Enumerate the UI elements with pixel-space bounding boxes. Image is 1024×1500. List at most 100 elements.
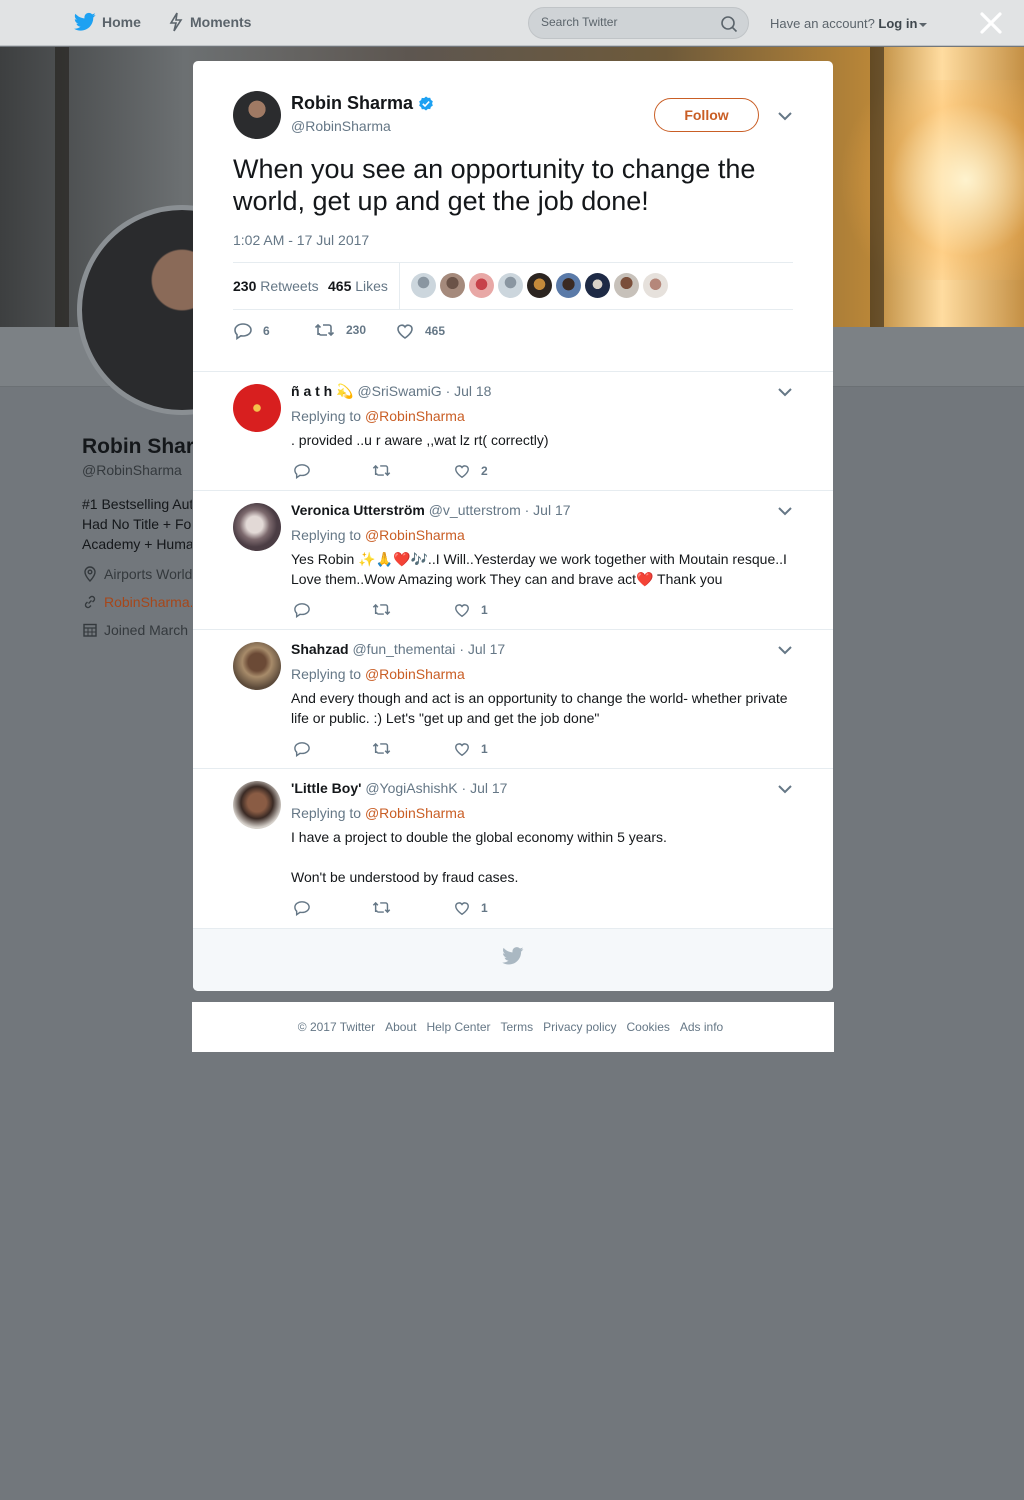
reply-date[interactable]: · Jul 17 bbox=[459, 641, 505, 657]
like-action[interactable]: 1 bbox=[453, 741, 488, 757]
profile-name: Robin Shar bbox=[82, 435, 195, 458]
replying-prefix: Replying to bbox=[291, 408, 362, 424]
reply-actions: 1 bbox=[291, 900, 591, 920]
replying-prefix: Replying to bbox=[291, 805, 362, 821]
replying-to: Replying to @RobinSharma bbox=[291, 527, 465, 543]
account-menu[interactable]: Have an account? Log in bbox=[770, 16, 928, 31]
retweet-icon bbox=[314, 323, 335, 337]
liker-avatar[interactable] bbox=[469, 273, 494, 298]
reply-icon bbox=[294, 603, 310, 618]
like-action[interactable]: 1 bbox=[453, 602, 488, 618]
liker-avatar[interactable] bbox=[440, 273, 465, 298]
reply-avatar[interactable] bbox=[233, 642, 281, 690]
retweets-stat[interactable]: 230 Retweets bbox=[233, 278, 319, 294]
search-icon[interactable] bbox=[720, 15, 738, 33]
replying-prefix: Replying to bbox=[291, 527, 362, 543]
reply-tweet[interactable]: ñ a t h 💫 @SriSwamiG · Jul 18 Replying t… bbox=[193, 371, 833, 491]
liker-avatar[interactable] bbox=[556, 273, 581, 298]
like-action[interactable]: 2 bbox=[453, 463, 488, 479]
reply-author-handle[interactable]: @SriSwamiG bbox=[357, 383, 441, 399]
reply-action[interactable]: 6 bbox=[233, 322, 270, 340]
reply-action[interactable] bbox=[293, 900, 311, 916]
likes-count: 465 bbox=[328, 278, 352, 294]
reply-author-name[interactable]: 'Little Boy' bbox=[291, 780, 361, 796]
author-avatar[interactable] bbox=[233, 91, 281, 139]
chevron-down-icon[interactable] bbox=[777, 110, 793, 122]
reply-avatar[interactable] bbox=[233, 781, 281, 829]
footer-terms-link[interactable]: Terms bbox=[500, 1020, 533, 1034]
retweet-icon bbox=[372, 742, 391, 755]
retweets-count: 230 bbox=[233, 278, 257, 294]
liker-avatar[interactable] bbox=[614, 273, 639, 298]
tweet-timestamp[interactable]: 1:02 AM - 17 Jul 2017 bbox=[233, 232, 369, 248]
replying-to: Replying to @RobinSharma bbox=[291, 666, 465, 682]
retweet-action[interactable] bbox=[372, 900, 392, 915]
footer-cookies-link[interactable]: Cookies bbox=[627, 1020, 670, 1034]
reply-avatar[interactable] bbox=[233, 384, 281, 432]
login-link[interactable]: Log in bbox=[878, 16, 917, 31]
reply-date[interactable]: · Jul 17 bbox=[462, 780, 508, 796]
reply-header: Veronica Utterström @v_utterstrom · Jul … bbox=[291, 502, 571, 518]
chevron-down-icon[interactable] bbox=[777, 505, 793, 517]
website-link[interactable]: RobinSharma. bbox=[104, 594, 192, 610]
replying-to-link[interactable]: @RobinSharma bbox=[365, 805, 465, 821]
reply-tweet[interactable]: 'Little Boy' @YogiAshishK · Jul 17 Reply… bbox=[193, 768, 833, 928]
reply-tweet[interactable]: Veronica Utterström @v_utterstrom · Jul … bbox=[193, 490, 833, 630]
reply-author-handle[interactable]: @fun_thementai bbox=[352, 641, 455, 657]
chevron-down-icon[interactable] bbox=[777, 783, 793, 795]
reply-date[interactable]: · Jul 17 bbox=[525, 502, 571, 518]
liker-avatar[interactable] bbox=[498, 273, 523, 298]
retweet-action[interactable]: 230 bbox=[314, 322, 366, 338]
reply-action[interactable] bbox=[293, 463, 311, 479]
heart-icon bbox=[397, 324, 413, 339]
like-count: 1 bbox=[481, 901, 488, 915]
search-input[interactable] bbox=[541, 15, 711, 29]
liker-avatar[interactable] bbox=[411, 273, 436, 298]
nav-home[interactable]: Home bbox=[74, 12, 141, 32]
reply-text: . provided ..u r aware ,,wat lz rt( corr… bbox=[291, 432, 549, 448]
reply-count: 6 bbox=[263, 324, 270, 338]
like-action[interactable]: 1 bbox=[453, 900, 488, 916]
follow-button[interactable]: Follow bbox=[654, 98, 759, 132]
retweets-label: Retweets bbox=[260, 278, 319, 294]
author-name-row[interactable]: Robin Sharma bbox=[291, 93, 434, 114]
reply-author-handle[interactable]: @YogiAshishK bbox=[365, 780, 457, 796]
footer-help-link[interactable]: Help Center bbox=[426, 1020, 490, 1034]
liker-avatar[interactable] bbox=[527, 273, 552, 298]
reply-author-name[interactable]: Veronica Utterström bbox=[291, 502, 425, 518]
retweet-action[interactable] bbox=[372, 741, 392, 756]
chevron-down-icon[interactable] bbox=[777, 386, 793, 398]
author-handle[interactable]: @RobinSharma bbox=[291, 118, 391, 134]
reply-date[interactable]: · Jul 18 bbox=[446, 383, 492, 399]
footer-ads-link[interactable]: Ads info bbox=[680, 1020, 723, 1034]
liker-avatar[interactable] bbox=[643, 273, 668, 298]
like-action[interactable]: 465 bbox=[395, 322, 445, 340]
reply-author-handle[interactable]: @v_utterstrom bbox=[429, 502, 521, 518]
reply-tweet[interactable]: Shahzad @fun_thementai · Jul 17 Replying… bbox=[193, 629, 833, 769]
reply-icon bbox=[294, 464, 310, 479]
replying-to-link[interactable]: @RobinSharma bbox=[365, 666, 465, 682]
replying-to-link[interactable]: @RobinSharma bbox=[365, 408, 465, 424]
retweet-action[interactable] bbox=[372, 463, 392, 478]
like-count: 1 bbox=[481, 603, 488, 617]
footer-about-link[interactable]: About bbox=[385, 1020, 416, 1034]
close-icon[interactable] bbox=[978, 10, 1004, 36]
nav-moments[interactable]: Moments bbox=[168, 12, 251, 32]
reply-header: 'Little Boy' @YogiAshishK · Jul 17 bbox=[291, 780, 507, 796]
liker-avatar[interactable] bbox=[585, 273, 610, 298]
chevron-down-icon[interactable] bbox=[777, 644, 793, 656]
footer-privacy-link[interactable]: Privacy policy bbox=[543, 1020, 616, 1034]
reply-avatar[interactable] bbox=[233, 503, 281, 551]
reply-author-name[interactable]: ñ a t h bbox=[291, 383, 336, 399]
reply-action[interactable] bbox=[293, 602, 311, 618]
reply-author-name[interactable]: Shahzad bbox=[291, 641, 349, 657]
profile-joined: Joined March bbox=[82, 622, 192, 638]
reply-text-line2: Won't be understood by fraud cases. bbox=[291, 869, 519, 885]
reply-action[interactable] bbox=[293, 741, 311, 757]
caret-down-icon bbox=[919, 22, 928, 27]
replying-to-link[interactable]: @RobinSharma bbox=[365, 527, 465, 543]
like-count: 2 bbox=[481, 464, 488, 478]
retweet-action[interactable] bbox=[372, 602, 392, 617]
nav-moments-label: Moments bbox=[190, 14, 252, 30]
likes-stat[interactable]: 465 Likes bbox=[328, 278, 388, 294]
